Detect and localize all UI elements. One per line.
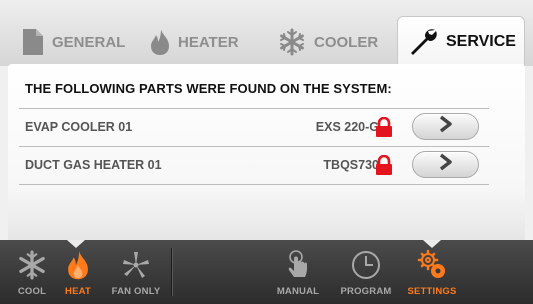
tab-general-label: GENERAL [52,33,126,51]
chevron-right-icon [438,115,454,138]
tab-service-label: SERVICE [446,32,516,50]
part-name: DUCT GAS HEATER 01 [25,158,162,172]
hand-pointer-icon [285,246,311,284]
divider [19,184,489,185]
service-panel: THE FOLLOWING PARTS WERE FOUND ON THE SY… [8,64,525,240]
nav-manual-label: MANUAL [276,286,320,297]
part-name: EVAP COOLER 01 [25,120,133,134]
part-detail-button[interactable] [412,151,479,178]
gears-icon [415,246,449,284]
tab-heater-label: HEATER [178,33,239,51]
nav-program-button[interactable]: PROGRAM [334,246,398,297]
snowflake-icon [278,28,306,56]
part-row[interactable]: DUCT GAS HEATER 01 TBQS730 [19,147,489,183]
nav-settings-button[interactable]: SETTINGS [400,246,464,297]
mode-heat-label: HEAT [65,286,91,297]
nav-settings-label: SETTINGS [407,286,457,297]
tab-bar: GENERAL HEATER COOLER SERVICE [0,0,533,66]
mode-heat-button[interactable]: HEAT [46,246,110,297]
part-detail-button[interactable] [412,113,479,140]
nav-divider [171,248,172,296]
tab-service[interactable]: SERVICE [397,16,525,66]
tab-general[interactable]: GENERAL [22,22,125,62]
document-icon [22,28,44,56]
flame-icon [67,246,89,284]
part-model: TBQS730 [323,158,379,172]
parts-heading: THE FOLLOWING PARTS WERE FOUND ON THE SY… [25,81,392,96]
chevron-right-icon [438,153,454,176]
wrench-icon [408,27,438,57]
tab-heater[interactable]: HEATER [150,22,239,62]
mode-cool-label: COOL [17,286,47,297]
mode-fan-only-label: FAN ONLY [111,286,161,297]
lock-icon [375,154,393,180]
part-row[interactable]: EVAP COOLER 01 EXS 220-G [19,109,489,145]
nav-manual-button[interactable]: MANUAL [266,246,330,297]
snowflake-icon [17,246,47,284]
lock-icon [375,116,393,142]
fan-icon [120,246,152,284]
mode-fan-only-button[interactable]: FAN ONLY [104,246,168,297]
tab-cooler[interactable]: COOLER [278,22,378,62]
part-model: EXS 220-G [315,120,379,134]
flame-icon [150,28,170,56]
clock-icon [350,246,382,284]
tab-cooler-label: COOLER [314,33,379,51]
nav-program-label: PROGRAM [340,286,392,297]
